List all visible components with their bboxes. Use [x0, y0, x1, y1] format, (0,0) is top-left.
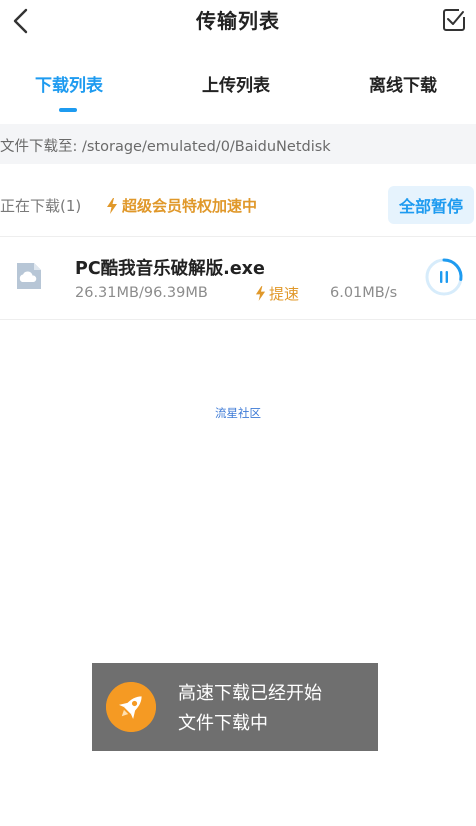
transfer-list-screen: 传输列表 下载列表 上传列表 离线下载 文件下载至: /storage/emul…: [0, 0, 476, 826]
file-size-progress: 26.31MB/96.39MB: [75, 285, 208, 301]
toast-title: 高速下载已经开始: [178, 683, 322, 704]
watermark-text: 流星社区: [215, 406, 261, 420]
lightning-icon: [255, 286, 266, 301]
checkbox-edit-icon: [443, 9, 465, 31]
downloading-count-label: 正在下载(1): [0, 197, 82, 215]
title-bar: 传输列表: [0, 0, 476, 44]
file-name: PC酷我音乐破解版.exe: [75, 259, 265, 279]
rocket-icon: [106, 682, 156, 732]
toast-notification: 高速下载已经开始 文件下载中: [92, 663, 378, 751]
tab-upload-list[interactable]: 上传列表: [194, 66, 278, 106]
vip-acceleration-badge[interactable]: 超级会员特权加速中: [106, 195, 257, 216]
download-speed: 6.01MB/s: [330, 285, 398, 301]
pause-icon: [440, 271, 448, 283]
tab-offline-download[interactable]: 离线下载: [360, 66, 446, 106]
tab-bar: 下载列表 上传列表 离线下载: [0, 66, 476, 116]
edit-select-button[interactable]: [438, 4, 470, 36]
download-item[interactable]: PC酷我音乐破解版.exe 26.31MB/96.39MB 提速 6.01MB/…: [0, 237, 476, 319]
active-tab-indicator: [59, 108, 77, 112]
pause-download-button[interactable]: [424, 257, 464, 297]
download-path-bar[interactable]: 文件下载至: /storage/emulated/0/BaiduNetdisk: [0, 124, 476, 164]
tab-download-list[interactable]: 下载列表: [27, 66, 111, 106]
download-status-row: 正在下载(1) 超级会员特权加速中 全部暂停: [0, 182, 476, 230]
download-path-text: 文件下载至: /storage/emulated/0/BaiduNetdisk: [0, 139, 331, 155]
vip-acceleration-text: 超级会员特权加速中: [122, 197, 258, 215]
toast-message: 文件下载中: [178, 713, 268, 734]
speed-boost-label: 提速: [269, 285, 300, 303]
file-icon: [17, 263, 41, 289]
divider: [0, 319, 476, 320]
page-title: 传输列表: [196, 9, 280, 33]
pause-all-button[interactable]: 全部暂停: [388, 186, 474, 224]
speed-boost-link[interactable]: 提速: [255, 283, 299, 304]
lightning-icon: [107, 197, 117, 214]
